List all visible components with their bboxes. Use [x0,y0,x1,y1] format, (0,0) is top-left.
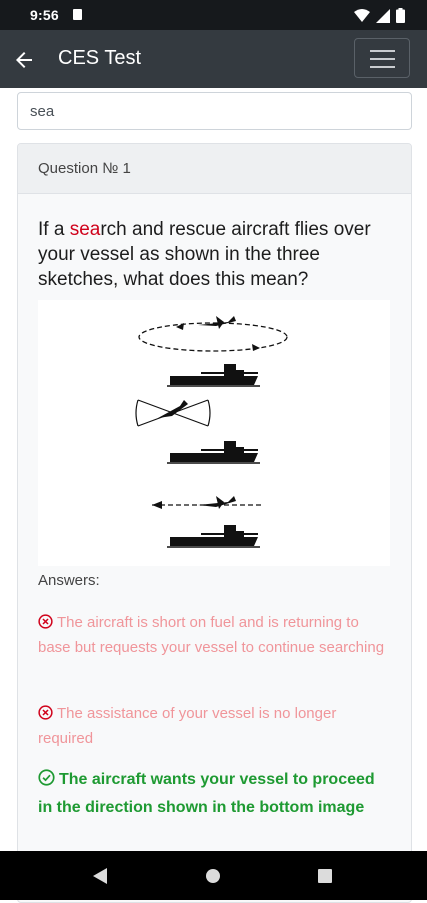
sd-card-icon [73,9,82,20]
answer-text: The aircraft is short on fuel and is ret… [38,614,385,656]
question-text: If a search and rescue aircraft flies ov… [38,217,398,292]
status-icons [354,8,405,23]
signal-icon [376,8,390,23]
wifi-icon [354,8,370,22]
wrong-circle-x-icon [38,614,53,629]
hamburger-menu-icon [370,50,395,52]
nav-back-icon[interactable] [93,868,107,884]
question-card: Question № 1 If a search and rescue airc… [17,143,412,903]
menu-button[interactable] [354,38,410,78]
question-number: Question № 1 [18,144,411,194]
system-nav-bar [0,851,427,900]
answer-option-3[interactable]: The aircraft wants your vessel to procee… [38,766,393,822]
nav-home-icon[interactable] [206,869,220,883]
search-highlight: sea [69,219,101,240]
question-figure [38,300,390,566]
answer-option-2[interactable]: The assistance of your vessel is no long… [38,701,393,751]
answer-option-1[interactable]: The aircraft is short on fuel and is ret… [38,610,393,660]
aircraft-signals-sketch [135,316,288,548]
status-time: 9:56 [30,7,59,23]
answer-text: The aircraft wants your vessel to procee… [38,771,375,816]
wrong-circle-x-icon [38,705,53,720]
battery-icon [396,8,405,23]
correct-circle-check-icon [38,769,55,786]
answers-label: Answers: [38,572,100,589]
question-prefix: If a [38,219,70,240]
status-bar: 9:56 [0,0,427,30]
answer-text: The assistance of your vessel is no long… [38,705,337,747]
search-input[interactable] [17,92,412,130]
nav-recents-icon[interactable] [318,869,332,883]
back-arrow-icon[interactable] [12,48,36,72]
app-title: CES Test [58,47,141,69]
app-bar: CES Test [0,30,427,88]
